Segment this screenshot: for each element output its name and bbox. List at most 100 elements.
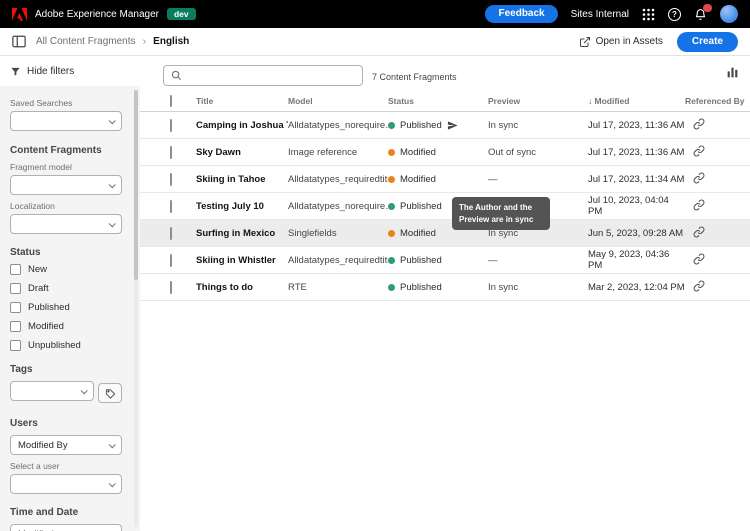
browse-tags-button[interactable] xyxy=(98,383,122,403)
table-row[interactable]: Sky Dawn Image reference Modified Out of… xyxy=(140,139,750,166)
chevron-down-icon xyxy=(108,219,116,227)
preview-status: In sync xyxy=(488,119,519,131)
search-input[interactable] xyxy=(187,70,355,81)
checkbox[interactable] xyxy=(10,283,21,294)
scrollbar-thumb[interactable] xyxy=(134,90,138,280)
breadcrumb-parent-link[interactable]: All Content Fragments xyxy=(36,36,136,47)
fragment-title[interactable]: Skiing in Whistler xyxy=(196,255,288,266)
status-cell: Published xyxy=(388,120,488,131)
hide-filters-button[interactable]: Hide filters xyxy=(0,56,140,86)
checkbox[interactable] xyxy=(10,340,21,351)
preview-status: In sync xyxy=(488,281,519,293)
user-avatar[interactable] xyxy=(720,5,738,23)
row-checkbox[interactable] xyxy=(170,172,172,186)
table-row[interactable]: Testing July 10 Alldatatypes_norequire… … xyxy=(140,193,750,220)
breadcrumb-toolbar: All Content Fragments › English Open in … xyxy=(0,28,750,56)
fragment-model-dropdown[interactable] xyxy=(10,175,122,195)
notifications-bell-icon[interactable] xyxy=(694,3,712,21)
sidebar-scrollbar[interactable] xyxy=(134,90,138,527)
localization-dropdown[interactable] xyxy=(10,214,122,234)
column-header-referenced-by[interactable]: Referenced By xyxy=(685,96,750,106)
filter-panel: Saved Searches Content Fragments Fragmen… xyxy=(0,86,140,531)
status-filter-modified[interactable]: Modified xyxy=(10,321,126,332)
checkbox[interactable] xyxy=(10,264,21,275)
referenced-by-link-icon[interactable] xyxy=(693,145,705,157)
column-header-modified[interactable]: ↓ Modified xyxy=(588,96,685,106)
select-user-dropdown[interactable] xyxy=(10,474,122,494)
column-header-model[interactable]: Model xyxy=(288,96,388,106)
status-filter-unpublished[interactable]: Unpublished xyxy=(10,340,126,351)
row-checkbox[interactable] xyxy=(170,253,172,267)
tags-dropdown[interactable] xyxy=(10,381,94,401)
status-filter-draft[interactable]: Draft xyxy=(10,283,126,294)
saved-searches-dropdown[interactable] xyxy=(10,111,122,131)
status-filter-published[interactable]: Published xyxy=(10,302,126,313)
fragment-title[interactable]: Skiing in Tahoe xyxy=(196,174,288,185)
published-send-icon xyxy=(447,120,458,130)
column-header-preview[interactable]: Preview xyxy=(488,96,588,106)
toolbar-actions: Open in Assets Create xyxy=(579,31,738,52)
status-cell: Published xyxy=(388,255,488,266)
fragment-model: Alldatatypes_requiredtitle xyxy=(288,254,388,266)
chevron-down-icon xyxy=(108,116,116,124)
preview-status: Out of sync xyxy=(488,146,537,158)
checkbox[interactable] xyxy=(10,302,21,313)
users-section-label: Users xyxy=(10,418,38,429)
referenced-by-link-icon[interactable] xyxy=(693,280,705,292)
table-row[interactable]: Surfing in Mexico Singlefields Modified … xyxy=(140,220,750,247)
status-dot xyxy=(388,148,395,156)
table-row[interactable]: Things to do RTE Published In sync Mar 2… xyxy=(140,274,750,301)
status-dot xyxy=(388,121,395,129)
column-header-title[interactable]: Title xyxy=(196,96,288,106)
table-row[interactable]: Skiing in Whistler Alldatatypes_required… xyxy=(140,247,750,274)
row-checkbox[interactable] xyxy=(170,226,172,240)
modified-date: Jul 10, 2023, 04:04 PM xyxy=(588,195,669,217)
fragment-title[interactable]: Things to do xyxy=(196,282,288,293)
modified-by-dropdown[interactable]: Modified By xyxy=(10,435,122,455)
row-checkbox[interactable] xyxy=(170,145,172,159)
row-checkbox[interactable] xyxy=(170,280,172,294)
table-row[interactable]: Skiing in Tahoe Alldatatypes_requiredtit… xyxy=(140,166,750,193)
chevron-down-icon xyxy=(108,479,116,487)
search-box[interactable] xyxy=(163,65,363,86)
checkbox[interactable] xyxy=(10,321,21,332)
modified-date: Jul 17, 2023, 11:34 AM xyxy=(588,173,685,185)
table-row[interactable]: Camping in Joshua Tree Alldatatypes_nore… xyxy=(140,112,750,139)
status-dot xyxy=(388,229,395,237)
select-all-checkbox[interactable] xyxy=(170,94,172,107)
help-icon[interactable]: ? xyxy=(668,7,681,21)
fragment-title[interactable]: Surfing in Mexico xyxy=(196,228,288,239)
breadcrumb-separator: › xyxy=(142,35,147,48)
status-dot xyxy=(388,202,395,210)
referenced-by-link-icon[interactable] xyxy=(693,172,705,184)
table-header-row: Title Model Status Preview ↓ Modified Ref… xyxy=(140,90,750,112)
fragment-title[interactable]: Camping in Joshua Tree xyxy=(196,120,288,131)
content-fragments-main: 7 Content Fragments Title Model Status P… xyxy=(140,56,750,531)
referenced-by-link-icon[interactable] xyxy=(693,118,705,130)
create-button[interactable]: Create xyxy=(676,31,738,52)
fragment-model-label: Fragment model xyxy=(10,162,72,172)
column-header-status[interactable]: Status xyxy=(388,96,488,106)
referenced-by-link-icon[interactable] xyxy=(693,253,705,265)
fragment-title[interactable]: Testing July 10 xyxy=(196,201,288,212)
modified-date: Mar 2, 2023, 12:04 PM xyxy=(588,281,685,293)
saved-searches-label: Saved Searches xyxy=(10,98,73,108)
row-checkbox[interactable] xyxy=(170,118,172,132)
status-filter-new[interactable]: New xyxy=(10,264,126,275)
toggle-sidebar-icon[interactable] xyxy=(12,35,26,48)
top-app-bar: Adobe Experience Manager dev Feedback Si… xyxy=(0,0,750,28)
app-grid-icon[interactable] xyxy=(642,8,655,21)
feedback-button[interactable]: Feedback xyxy=(485,5,558,23)
time-date-section-label: Time and Date xyxy=(10,507,79,518)
open-in-new-icon xyxy=(579,36,590,47)
status-cell: Modified xyxy=(388,174,488,185)
workspace-switcher[interactable]: Sites Internal xyxy=(571,9,629,20)
open-in-assets-button[interactable]: Open in Assets xyxy=(579,36,663,48)
referenced-by-link-icon[interactable] xyxy=(693,226,705,238)
sync-tooltip: The Author and the Preview are in sync xyxy=(452,197,550,231)
toggle-rail-icon[interactable] xyxy=(726,66,739,84)
fragment-title[interactable]: Sky Dawn xyxy=(196,147,288,158)
modified-at-dropdown[interactable]: Modified at xyxy=(10,524,122,531)
referenced-by-link-icon[interactable] xyxy=(693,199,705,211)
row-checkbox[interactable] xyxy=(170,199,172,213)
